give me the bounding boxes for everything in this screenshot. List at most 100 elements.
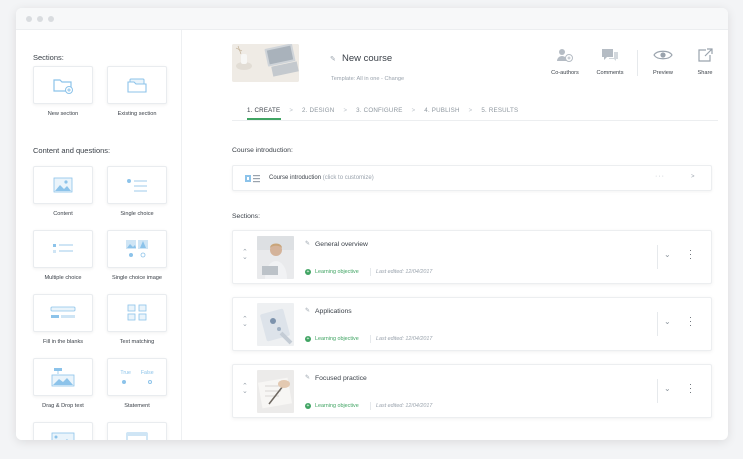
chevron-down-icon[interactable]: ⌄ — [664, 317, 671, 326]
existing-section-icon — [127, 78, 147, 93]
section-title[interactable]: Focused practice — [315, 375, 367, 382]
edit-title-pencil-icon[interactable]: ✎ — [330, 55, 336, 63]
drag-handle-icon[interactable]: ⌃ ⌄ — [242, 249, 248, 261]
learning-objective-label: Learning objective — [315, 403, 359, 409]
multiple-choice-icon — [53, 244, 73, 253]
window-dot-maximize[interactable] — [48, 15, 54, 22]
step-design[interactable]: 2. DESIGN — [302, 107, 334, 114]
section-title[interactable]: General overview — [315, 241, 368, 248]
text-block-tile[interactable] — [107, 422, 167, 440]
chevron-down-icon[interactable]: ⌄ — [664, 384, 671, 393]
statement-radio-true — [122, 380, 126, 384]
kebab-menu-icon[interactable]: · · · — [689, 246, 692, 263]
new-section-tile[interactable] — [33, 66, 93, 104]
steps-divider — [232, 120, 718, 121]
chevron-down-icon[interactable]: ⌄ — [664, 250, 671, 259]
comments-button[interactable]: Comments — [590, 44, 630, 76]
divider — [657, 245, 658, 269]
window-titlebar — [16, 8, 728, 30]
course-intro-card[interactable]: Course introduction (click to customize)… — [232, 165, 712, 191]
edit-pencil-icon[interactable]: ✎ — [305, 374, 310, 381]
kebab-menu-icon[interactable]: · · · — [689, 313, 692, 330]
new-section-icon — [53, 79, 73, 94]
step-results[interactable]: 5. RESULTS — [481, 107, 518, 114]
statement-false-label: False — [140, 370, 154, 376]
course-intro-title: Course introduction — [269, 175, 322, 181]
single-choice-tile[interactable] — [107, 166, 167, 204]
divider — [370, 335, 371, 343]
new-section-label: New section — [47, 111, 79, 117]
co-authors-button[interactable]: Co-authors — [545, 44, 585, 76]
share-button[interactable]: Share — [685, 44, 725, 76]
multiple-choice-tile[interactable] — [33, 230, 93, 268]
app-window: Sections: New section Existing section C… — [16, 8, 728, 440]
statement-icon: True False — [120, 370, 153, 376]
course-title[interactable]: New course — [342, 53, 392, 64]
add-objective-icon: + — [305, 403, 311, 409]
single-choice-image-tile[interactable] — [107, 230, 167, 268]
single-choice-icon — [127, 179, 147, 192]
statement-tile[interactable]: True False — [107, 358, 167, 396]
window-dot-minimize[interactable] — [37, 15, 43, 22]
drag-handle-icon[interactable]: ⌃ ⌄ — [242, 316, 248, 328]
window-dot-close[interactable] — [26, 15, 32, 22]
learning-objective[interactable]: + Learning objective — [305, 403, 359, 409]
preview-button[interactable]: Preview — [643, 44, 683, 76]
last-edited: Last edited: 12/04/2017 — [376, 269, 433, 275]
text-matching-icon — [127, 304, 147, 321]
content-label: Content — [53, 211, 73, 217]
step-publish[interactable]: 4. PUBLISH — [424, 107, 459, 114]
text-block-icon — [126, 432, 148, 440]
template-change-link[interactable]: Change — [384, 76, 404, 82]
divider — [657, 312, 658, 336]
co-authors-icon — [557, 49, 573, 62]
image-hotspot-icon — [51, 432, 75, 440]
course-intro-heading: Course introduction: — [232, 147, 293, 154]
course-thumbnail[interactable] — [232, 44, 299, 82]
last-edited: Last edited: 12/04/2017 — [376, 336, 433, 342]
drag-handle-icon[interactable]: ⌃ ⌄ — [242, 383, 248, 395]
step-configure[interactable]: 3. CONFIGURE — [356, 107, 402, 114]
single-choice-image-label: Single choice image — [111, 275, 163, 281]
learning-objective-label: Learning objective — [315, 269, 359, 275]
co-authors-label: Co-authors — [551, 70, 579, 76]
last-edited: Last edited: 12/04/2017 — [376, 403, 433, 409]
content-icon — [53, 177, 73, 193]
chevron-right-icon: > — [343, 107, 348, 114]
divider — [370, 268, 371, 276]
section-card[interactable]: ⌃ ⌄ ✎ Focused practice + Learning objectiv… — [232, 364, 712, 418]
image-tile[interactable] — [33, 422, 93, 440]
more-options-icon[interactable]: ··· — [655, 173, 665, 180]
step-create[interactable]: 1. CREATE — [247, 107, 280, 114]
comments-icon — [602, 49, 618, 61]
fill-blanks-tile[interactable] — [33, 294, 93, 332]
chevron-right-icon[interactable]: > — [691, 174, 695, 180]
fill-blanks-label: Fill in the blanks — [42, 339, 84, 345]
divider — [657, 379, 658, 403]
edit-pencil-icon[interactable]: ✎ — [305, 240, 310, 247]
add-objective-icon: + — [305, 269, 311, 275]
edit-pencil-icon[interactable]: ✎ — [305, 307, 310, 314]
chevron-right-icon: > — [468, 107, 473, 114]
learning-objective[interactable]: + Learning objective — [305, 269, 359, 275]
add-objective-icon: + — [305, 336, 311, 342]
template-info: Template: All in one - Change — [331, 76, 404, 82]
drag-drop-tile[interactable] — [33, 358, 93, 396]
preview-label: Preview — [653, 70, 673, 76]
learning-objective[interactable]: + Learning objective — [305, 336, 359, 342]
eye-icon — [653, 50, 673, 60]
comments-label: Comments — [596, 70, 624, 76]
section-card[interactable]: ⌃ ⌄ ✎ Applications + Learning objective La… — [232, 297, 712, 351]
section-card[interactable]: ⌃ ⌄ ✎ General overview + Learning objectiv… — [232, 230, 712, 284]
text-matching-label: Text matching — [119, 339, 155, 345]
drag-drop-label: Drag & Drop text — [42, 403, 84, 409]
text-matching-tile[interactable] — [107, 294, 167, 332]
content-tile[interactable] — [33, 166, 93, 204]
share-label: Share — [697, 70, 713, 76]
active-step-indicator — [247, 118, 281, 120]
content-heading: Content and questions: — [33, 146, 111, 155]
learning-objective-label: Learning objective — [315, 336, 359, 342]
existing-section-tile[interactable] — [107, 66, 167, 104]
section-title[interactable]: Applications — [315, 308, 352, 315]
kebab-menu-icon[interactable]: · · · — [689, 380, 692, 397]
